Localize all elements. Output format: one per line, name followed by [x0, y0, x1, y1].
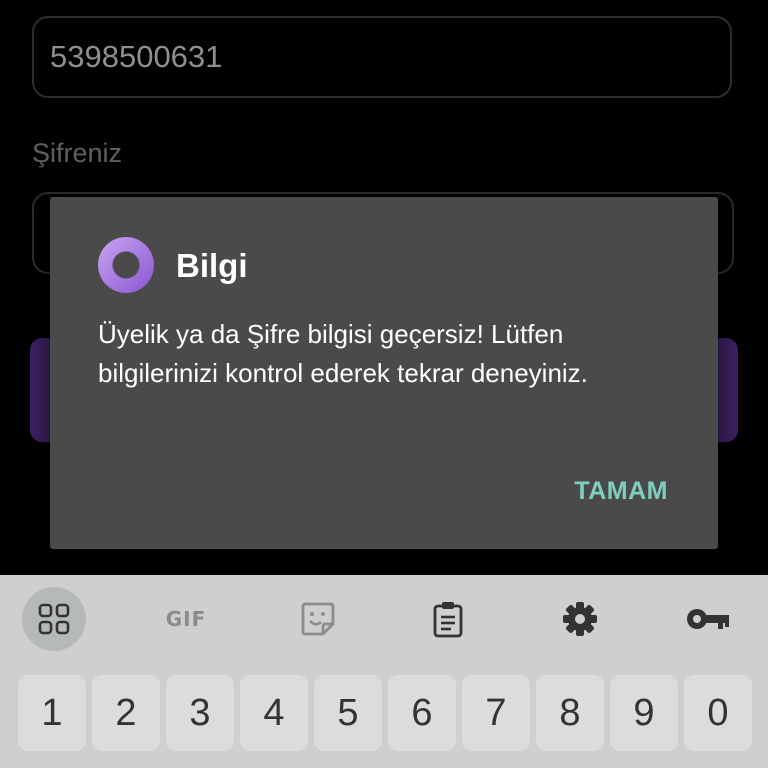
key-2[interactable]: 2	[92, 675, 160, 751]
key-4[interactable]: 4	[240, 675, 308, 751]
dialog-title: Bilgi	[176, 247, 248, 284]
keyboard: GIF 1 2 3 4 5 6 7 8 9 0	[0, 575, 768, 768]
apps-grid-icon[interactable]	[22, 587, 86, 651]
key-6[interactable]: 6	[388, 675, 456, 751]
key-8[interactable]: 8	[536, 675, 604, 751]
clipboard-icon[interactable]	[416, 587, 480, 651]
phone-number-value: 5398500631	[50, 39, 223, 74]
key-1[interactable]: 1	[18, 675, 86, 751]
sticker-icon[interactable]	[286, 587, 350, 651]
app-ring-icon	[98, 237, 154, 293]
gif-button[interactable]: GIF	[154, 587, 218, 651]
info-dialog: Bilgi Üyelik ya da Şifre bilgisi geçersi…	[50, 197, 718, 549]
ok-button[interactable]: TAMAM	[568, 473, 674, 510]
phone-number-field[interactable]: 5398500631	[32, 16, 732, 98]
key-0[interactable]: 0	[684, 675, 752, 751]
gif-label: GIF	[165, 607, 207, 631]
number-row: 1 2 3 4 5 6 7 8 9 0	[0, 675, 768, 753]
key-7[interactable]: 7	[462, 675, 530, 751]
key-9[interactable]: 9	[610, 675, 678, 751]
key-icon[interactable]	[676, 587, 740, 651]
key-3[interactable]: 3	[166, 675, 234, 751]
password-label: Şifreniz	[32, 138, 123, 168]
gear-icon[interactable]	[548, 587, 612, 651]
keyboard-toolbar: GIF	[0, 575, 768, 663]
dialog-message: Üyelik ya da Şifre bilgisi geçersiz! Lüt…	[98, 319, 588, 388]
key-5[interactable]: 5	[314, 675, 382, 751]
